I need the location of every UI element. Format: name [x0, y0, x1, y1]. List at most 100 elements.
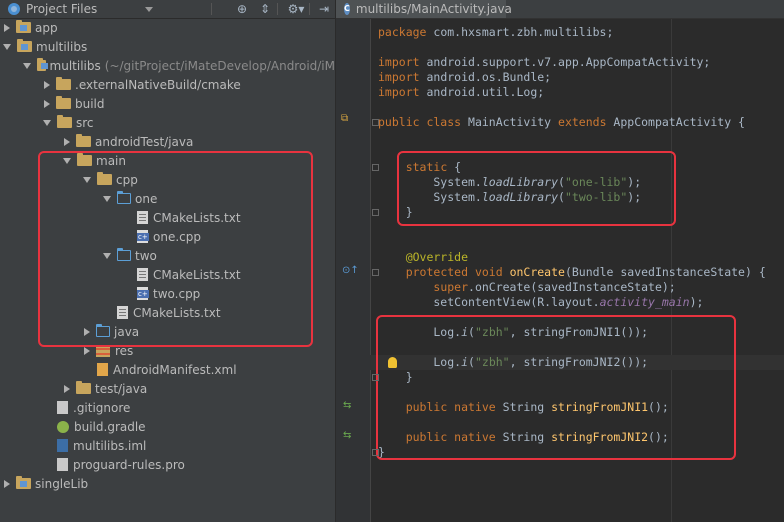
code-token: ); [689, 295, 704, 309]
expand-right-icon[interactable] [64, 384, 70, 393]
text-file-icon [57, 458, 68, 471]
code-token: @Override [378, 250, 469, 264]
expand-right-icon[interactable] [44, 80, 50, 89]
target-icon[interactable]: ⊕ [234, 1, 250, 17]
code-token: (Bundle savedInstanceState) { [564, 265, 766, 279]
tree-item-androidmanifest-xml[interactable]: AndroidManifest.xml [0, 360, 335, 379]
expand-right-icon[interactable] [44, 99, 50, 108]
tab-label: multilibs/MainActivity.java [355, 2, 512, 16]
tree-item-multilibs[interactable]: multilibs (~/gitProject/iMateDevelop/Andr… [0, 56, 335, 75]
project-panel: Project Files ⊕ ⇕ ⚙▾ ⇥ app multilibs multi… [0, 0, 335, 522]
tree-item-label: androidTest/java [95, 134, 194, 149]
tree-item-singlelib[interactable]: singleLib [0, 474, 335, 493]
tab-mainactivity[interactable]: C multilibs/MainActivity.java [336, 0, 512, 18]
chevron-down-icon [145, 6, 154, 12]
tree-item-path-note: (~/gitProject/iMateDevelop/Android/iM [104, 58, 335, 73]
code-editor[interactable]: C multilibs/MainActivity.java ⧉ ⊙↑ ⇆ ⇆ pack… [336, 0, 784, 522]
fold-marker-icon[interactable] [372, 269, 379, 276]
folder-icon [56, 77, 71, 90]
collapse-all-icon[interactable]: ⇕ [257, 1, 273, 17]
tree-item-label: AndroidManifest.xml [113, 362, 237, 377]
expand-down-icon[interactable] [43, 119, 51, 126]
tree-item-externalnativebuild-cmake[interactable]: .externalNativeBuild/cmake [0, 75, 335, 94]
tree-item-label: .gitignore [73, 400, 131, 415]
gradle-file-icon [57, 420, 69, 433]
project-view-selector[interactable]: Project Files [8, 1, 154, 17]
expand-right-icon[interactable] [4, 23, 10, 32]
tree-item-multilibs-iml[interactable]: multilibs.iml [0, 436, 335, 455]
native-method-icon[interactable]: ⇆ [343, 400, 351, 412]
toolbar-divider [211, 3, 212, 15]
code-token: MainActivity [468, 115, 559, 129]
tree-item-label: test/java [95, 381, 148, 396]
code-token: activity_main [599, 295, 690, 309]
settings-icon[interactable]: ⚙▾ [286, 1, 306, 17]
tree-item-src[interactable]: src [0, 113, 335, 132]
tree-item-label: singleLib [35, 476, 89, 491]
fold-marker-icon[interactable] [372, 119, 379, 126]
module-folder-icon [17, 39, 32, 52]
tree-item-label: proguard-rules.pro [73, 457, 185, 472]
override-marker-icon[interactable]: ⊙↑ [342, 265, 359, 277]
code-line: import android.util.Log; [378, 85, 544, 100]
project-view-title: Project Files [26, 2, 98, 16]
fold-marker-icon[interactable] [372, 164, 379, 171]
expand-down-icon[interactable] [23, 62, 31, 69]
code-token: protected void [405, 265, 510, 279]
highlight-box-main [38, 151, 313, 347]
text-file-icon [57, 401, 68, 414]
code-line: setContentView(R.layout.activity_main); [378, 295, 703, 310]
code-token: extends [558, 115, 614, 129]
lightbulb-icon[interactable] [388, 357, 397, 368]
tree-item-label: .externalNativeBuild/cmake [75, 77, 241, 92]
code-line: super.onCreate(savedInstanceState); [378, 280, 676, 295]
code-line: import android.os.Bundle; [378, 70, 551, 85]
iml-file-icon [57, 439, 68, 452]
code-token: import [378, 70, 427, 84]
editor-tab-bar: C multilibs/MainActivity.java [336, 0, 784, 19]
fold-marker-icon[interactable] [372, 449, 379, 456]
folder-icon [76, 134, 91, 147]
code-token: import [378, 85, 427, 99]
fold-marker-icon[interactable] [372, 209, 379, 216]
highlight-box-jni-calls [376, 315, 736, 460]
code-token: AppCompatActivity { [613, 115, 745, 129]
folder-icon [56, 96, 71, 109]
toolbar-divider [309, 3, 310, 15]
code-token: .onCreate(savedInstanceState); [468, 280, 676, 294]
implements-marker-icon[interactable]: ⧉ [341, 113, 348, 125]
tree-item-label: multilibs [36, 39, 88, 54]
tree-item-label: app [35, 20, 58, 35]
tree-item-build[interactable]: build [0, 94, 335, 113]
tree-item-androidtest-java[interactable]: androidTest/java [0, 132, 335, 151]
tree-item-label: src [76, 115, 94, 130]
editor-gutter[interactable]: ⧉ ⊙↑ ⇆ ⇆ [336, 19, 371, 522]
tree-item-multilibs[interactable]: multilibs [0, 37, 335, 56]
expand-right-icon[interactable] [84, 346, 90, 355]
code-token: android.support.v7.app.AppCompatActivity… [426, 55, 711, 69]
expand-down-icon[interactable] [3, 43, 11, 50]
hide-panel-icon[interactable]: ⇥ [316, 1, 332, 17]
folder-icon [76, 381, 91, 394]
code-token: setContentView(R.layout. [378, 295, 600, 309]
fold-marker-icon[interactable] [372, 374, 379, 381]
tree-item-test-java[interactable]: test/java [0, 379, 335, 398]
tree-item-gitignore[interactable]: .gitignore [0, 398, 335, 417]
code-token: package [378, 25, 434, 39]
tree-item-build-gradle[interactable]: build.gradle [0, 417, 335, 436]
tree-item-app[interactable]: app [0, 18, 335, 37]
module-folder-icon [37, 58, 48, 71]
code-line: import android.support.v7.app.AppCompatA… [378, 55, 710, 70]
native-method-icon[interactable]: ⇆ [343, 430, 351, 442]
project-panel-toolbar: Project Files ⊕ ⇕ ⚙▾ ⇥ [0, 0, 335, 19]
tree-item-proguard-rules-pro[interactable]: proguard-rules.pro [0, 455, 335, 474]
toolbar-divider [277, 3, 278, 15]
expand-right-icon[interactable] [4, 479, 10, 488]
code-token: android.util.Log; [426, 85, 545, 99]
code-token: com.hxsmart.zbh.multilibs; [433, 25, 614, 39]
java-class-icon: C [344, 3, 350, 15]
tree-item-label: multilibs [49, 58, 101, 73]
expand-right-icon[interactable] [64, 137, 70, 146]
code-line: protected void onCreate(Bundle savedInst… [378, 265, 766, 280]
code-token: super [433, 280, 469, 294]
